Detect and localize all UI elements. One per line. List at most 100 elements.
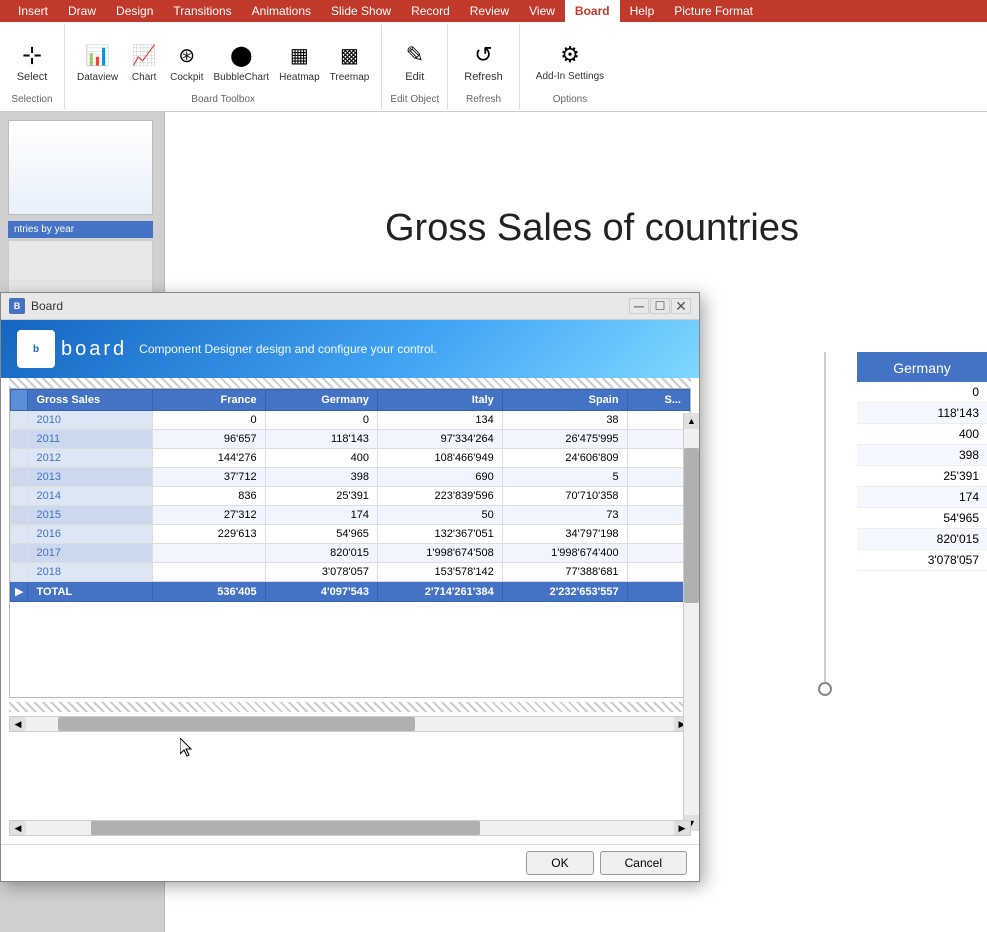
heatmap-button[interactable]: ▦ Heatmap bbox=[275, 38, 324, 85]
row-s-7 bbox=[627, 544, 689, 563]
row-expand-1[interactable] bbox=[11, 430, 28, 449]
row-spain-7: 1'998'674'400 bbox=[502, 544, 627, 563]
cockpit-button[interactable]: ⊛ Cockpit bbox=[166, 38, 207, 85]
tab-picture-format[interactable]: Picture Format bbox=[664, 0, 763, 22]
row-spain-2: 24'606'809 bbox=[502, 449, 627, 468]
row-expand-5[interactable] bbox=[11, 506, 28, 525]
scroll-up-btn[interactable]: ▲ bbox=[684, 413, 699, 429]
ribbon-group-refresh: ↺ Refresh Refresh bbox=[448, 24, 520, 109]
row-s-1 bbox=[627, 430, 689, 449]
row-italy-0: 134 bbox=[377, 411, 502, 430]
dialog-app-icon: B bbox=[9, 298, 25, 314]
tab-help[interactable]: Help bbox=[620, 0, 665, 22]
tab-slideshow[interactable]: Slide Show bbox=[321, 0, 401, 22]
main-area: ntries by year 2010 2014 2018 Gross Sale… bbox=[0, 112, 987, 932]
row-france-3: 37'712 bbox=[153, 468, 265, 487]
row-italy-4: 223'839'596 bbox=[377, 487, 502, 506]
col-header-spain[interactable]: Spain bbox=[502, 390, 627, 411]
tab-design[interactable]: Design bbox=[106, 0, 163, 22]
bottom-scroll-right[interactable]: ▶ bbox=[674, 821, 690, 835]
row-expand-3[interactable] bbox=[11, 468, 28, 487]
ok-button[interactable]: OK bbox=[526, 851, 593, 875]
heatmap-label: Heatmap bbox=[279, 72, 320, 83]
col-header-italy[interactable]: Italy bbox=[377, 390, 502, 411]
data-table: Gross Sales France Germany Italy Spain S… bbox=[10, 389, 690, 602]
bottom-scroll-left[interactable]: ◀ bbox=[10, 821, 26, 835]
row-italy-3: 690 bbox=[377, 468, 502, 487]
row-spain-3: 5 bbox=[502, 468, 627, 487]
chart-button[interactable]: 📈 Chart bbox=[124, 38, 164, 85]
row-germany-0: 0 bbox=[265, 411, 377, 430]
tab-animations[interactable]: Animations bbox=[242, 0, 321, 22]
row-expand-0[interactable] bbox=[11, 411, 28, 430]
close-button[interactable]: ✕ bbox=[671, 298, 691, 314]
col-header-s[interactable]: S... bbox=[627, 390, 689, 411]
row-germany-7: 820'015 bbox=[265, 544, 377, 563]
row-s-4 bbox=[627, 487, 689, 506]
col-header-germany[interactable]: Germany bbox=[265, 390, 377, 411]
dataview-button[interactable]: 📊 Dataview bbox=[73, 38, 122, 85]
row-year-0: 2010 bbox=[28, 411, 153, 430]
row-expand-2[interactable] bbox=[11, 449, 28, 468]
germany-row-7: 820'015 bbox=[857, 529, 987, 550]
row-spain-8: 77'388'681 bbox=[502, 563, 627, 582]
row-expand-6[interactable] bbox=[11, 525, 28, 544]
row-s-0 bbox=[627, 411, 689, 430]
refresh-icon: ↺ bbox=[468, 39, 500, 71]
row-year-2: 2012 bbox=[28, 449, 153, 468]
row-germany-6: 54'965 bbox=[265, 525, 377, 544]
row-france-6: 229'613 bbox=[153, 525, 265, 544]
row-italy-1: 97'334'264 bbox=[377, 430, 502, 449]
dialog-title-text: Board bbox=[31, 299, 63, 313]
bubblechart-button[interactable]: ⬤ BubbleChart bbox=[210, 38, 274, 85]
treemap-label: Treemap bbox=[330, 72, 370, 83]
row-germany-4: 25'391 bbox=[265, 487, 377, 506]
tab-insert[interactable]: Insert bbox=[8, 0, 58, 22]
row-expand-4[interactable] bbox=[11, 487, 28, 506]
germany-header: Germany bbox=[857, 352, 987, 384]
dialog-subtitle: Component Designer design and configure … bbox=[139, 342, 437, 356]
scroll-circle bbox=[818, 682, 832, 696]
chart-label: Chart bbox=[132, 72, 156, 83]
ribbon-group-toolbox: 📊 Dataview 📈 Chart ⊛ Cockpit ⬤ BubbleCha… bbox=[65, 24, 382, 109]
scroll-left-btn[interactable]: ◀ bbox=[10, 717, 26, 731]
total-expand[interactable]: ▶ bbox=[11, 582, 28, 602]
cancel-button[interactable]: Cancel bbox=[600, 851, 687, 875]
tab-transitions[interactable]: Transitions bbox=[163, 0, 241, 22]
row-germany-1: 118'143 bbox=[265, 430, 377, 449]
vertical-scrollbar[interactable]: ▲ ▼ bbox=[683, 413, 699, 831]
row-germany-8: 3'078'057 bbox=[265, 563, 377, 582]
addin-settings-label: Add-In Settings bbox=[536, 71, 604, 83]
maximize-button[interactable]: ☐ bbox=[650, 298, 670, 314]
table-scroll-area[interactable]: Gross Sales France Germany Italy Spain S… bbox=[10, 389, 690, 697]
row-expand-7[interactable] bbox=[11, 544, 28, 563]
horizontal-scrollbar[interactable]: ◀ ▶ bbox=[9, 716, 691, 732]
refresh-button[interactable]: ↺ Refresh bbox=[456, 37, 511, 85]
edit-button[interactable]: ✎ Edit bbox=[391, 37, 439, 85]
tab-view[interactable]: View bbox=[519, 0, 565, 22]
tab-record[interactable]: Record bbox=[401, 0, 460, 22]
slide-thumbnail-1[interactable] bbox=[8, 120, 153, 215]
bottom-scrollbar[interactable]: ◀ ▶ bbox=[9, 820, 691, 836]
select-button[interactable]: ⊹ Select bbox=[8, 35, 56, 87]
scroll-thumb[interactable] bbox=[58, 717, 414, 731]
treemap-icon: ▩ bbox=[334, 40, 366, 72]
row-spain-5: 73 bbox=[502, 506, 627, 525]
row-italy-7: 1'998'674'508 bbox=[377, 544, 502, 563]
total-italy: 2'714'261'384 bbox=[377, 582, 502, 602]
tab-draw[interactable]: Draw bbox=[58, 0, 106, 22]
col-header-france[interactable]: France bbox=[153, 390, 265, 411]
tab-board[interactable]: Board bbox=[565, 0, 620, 22]
table-container[interactable]: Gross Sales France Germany Italy Spain S… bbox=[9, 388, 691, 698]
col-header-gross-sales[interactable]: Gross Sales bbox=[28, 390, 153, 411]
treemap-button[interactable]: ▩ Treemap bbox=[326, 38, 374, 85]
tab-review[interactable]: Review bbox=[460, 0, 519, 22]
bottom-scroll-thumb[interactable] bbox=[91, 821, 480, 835]
row-expand-8[interactable] bbox=[11, 563, 28, 582]
vscroll-thumb[interactable] bbox=[684, 448, 699, 602]
addin-settings-button[interactable]: ⚙ Add-In Settings bbox=[528, 37, 612, 85]
row-france-5: 27'312 bbox=[153, 506, 265, 525]
row-france-0: 0 bbox=[153, 411, 265, 430]
minimize-button[interactable]: ─ bbox=[629, 298, 649, 314]
heatmap-icon: ▦ bbox=[283, 40, 315, 72]
